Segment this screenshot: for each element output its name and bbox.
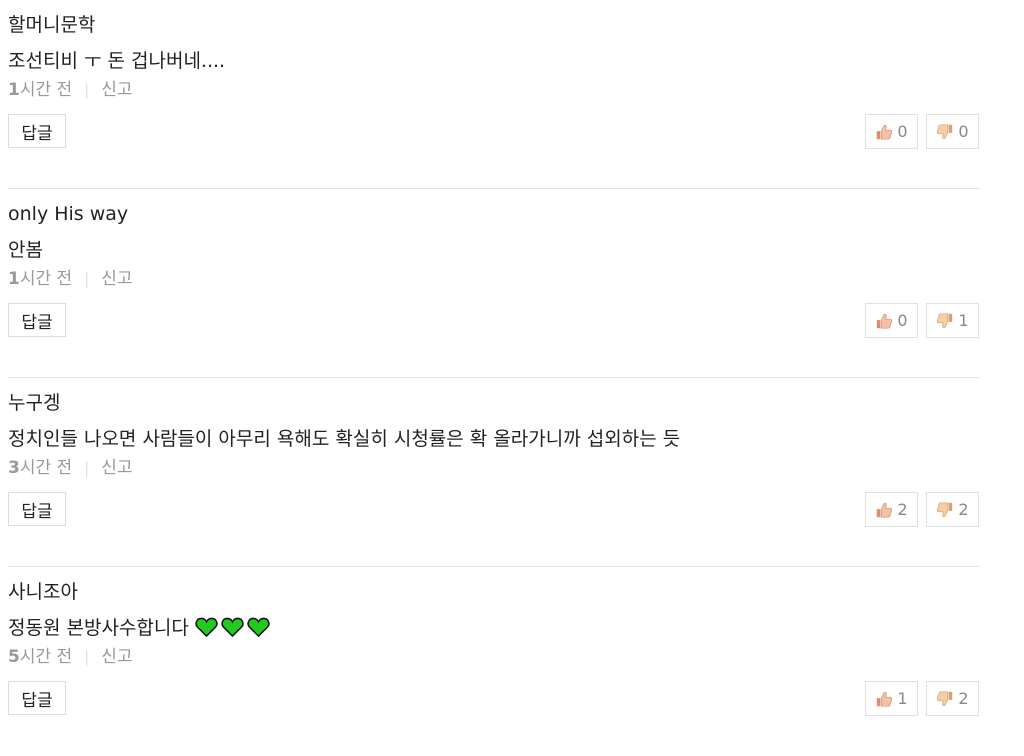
comment-text: 조선티비 ㅜ 돈 겁나버네....	[8, 50, 226, 72]
time-number: 3	[8, 458, 20, 478]
like-button[interactable]: 0	[865, 114, 918, 149]
thumbs-down-icon	[937, 690, 953, 706]
reply-button[interactable]: 답글	[8, 114, 66, 148]
comment-text: 정치인들 나오면 사람들이 아무리 욕해도 확실히 시청률은 확 올라가니까 섭…	[8, 428, 681, 450]
green-heart-icon	[221, 617, 244, 637]
thumbs-up-icon	[877, 124, 893, 140]
dislike-button[interactable]: 2	[926, 681, 979, 716]
time-unit: 시간 전	[19, 458, 73, 478]
comment-item: 누구겡 정치인들 나오면 사람들이 아무리 욕해도 확실히 시청률은 확 올라가…	[8, 378, 980, 567]
thumbs-up-icon	[877, 313, 893, 329]
dislike-count: 2	[958, 689, 969, 708]
report-link[interactable]: 신고	[101, 647, 132, 667]
comment-meta: 5시간 전 | 신고	[8, 645, 133, 669]
comment-author[interactable]: 할머니문학	[8, 12, 95, 38]
time-unit: 시간 전	[19, 269, 73, 289]
comment-text: 정동원 본방사수합니다	[8, 617, 189, 639]
comment-author[interactable]: 누구겡	[8, 390, 60, 416]
dislike-count: 2	[958, 500, 969, 519]
time-number: 1	[8, 80, 20, 100]
reply-button[interactable]: 답글	[8, 492, 66, 526]
meta-divider: |	[84, 81, 90, 99]
dislike-count: 1	[958, 311, 969, 330]
thumbs-up-icon	[877, 502, 893, 518]
comment-list: 할머니문학 조선티비 ㅜ 돈 겁나버네.... 1시간 전 | 신고 답글 0 0 …	[8, 0, 980, 756]
thumbs-down-icon	[937, 312, 953, 328]
comment-item: only His way 안봄 1시간 전 | 신고 답글 0 1	[8, 189, 980, 378]
time-unit: 시간 전	[19, 80, 73, 100]
comment-meta: 1시간 전 | 신고	[8, 267, 133, 291]
comment-text-row: 정동원 본방사수합니다	[8, 614, 270, 642]
report-link[interactable]: 신고	[101, 269, 132, 289]
meta-divider: |	[84, 459, 90, 477]
comment-author[interactable]: 사니조아	[8, 579, 78, 605]
thumbs-down-icon	[937, 501, 953, 517]
comment-author[interactable]: only His way	[8, 201, 128, 227]
like-count: 1	[897, 689, 908, 708]
like-button[interactable]: 0	[865, 303, 918, 338]
meta-divider: |	[84, 270, 90, 288]
green-heart-icon	[247, 617, 270, 637]
dislike-count: 0	[958, 122, 969, 141]
meta-divider: |	[84, 648, 90, 666]
report-link[interactable]: 신고	[101, 80, 132, 100]
thumbs-down-icon	[937, 123, 953, 139]
like-count: 2	[897, 500, 908, 519]
thumbs-up-icon	[877, 691, 893, 707]
dislike-button[interactable]: 2	[926, 492, 979, 527]
like-button[interactable]: 1	[865, 681, 918, 716]
green-heart-icon	[195, 617, 218, 637]
comment-meta: 3시간 전 | 신고	[8, 456, 133, 480]
reply-button[interactable]: 답글	[8, 303, 66, 337]
time-number: 1	[8, 269, 20, 289]
comment-meta: 1시간 전 | 신고	[8, 78, 133, 102]
dislike-button[interactable]: 1	[926, 303, 979, 338]
reply-button[interactable]: 답글	[8, 681, 66, 715]
like-count: 0	[897, 122, 908, 141]
heart-emoji-group	[195, 617, 270, 637]
comment-item: 할머니문학 조선티비 ㅜ 돈 겁나버네.... 1시간 전 | 신고 답글 0 0	[8, 0, 980, 189]
time-unit: 시간 전	[19, 647, 73, 667]
comment-text: 안봄	[8, 239, 43, 261]
like-button[interactable]: 2	[865, 492, 918, 527]
time-number: 5	[8, 647, 20, 667]
comment-item: 사니조아 정동원 본방사수합니다 5시간 전 | 신고 답글 1 2	[8, 567, 980, 756]
dislike-button[interactable]: 0	[926, 114, 979, 149]
report-link[interactable]: 신고	[101, 458, 132, 478]
like-count: 0	[897, 311, 908, 330]
